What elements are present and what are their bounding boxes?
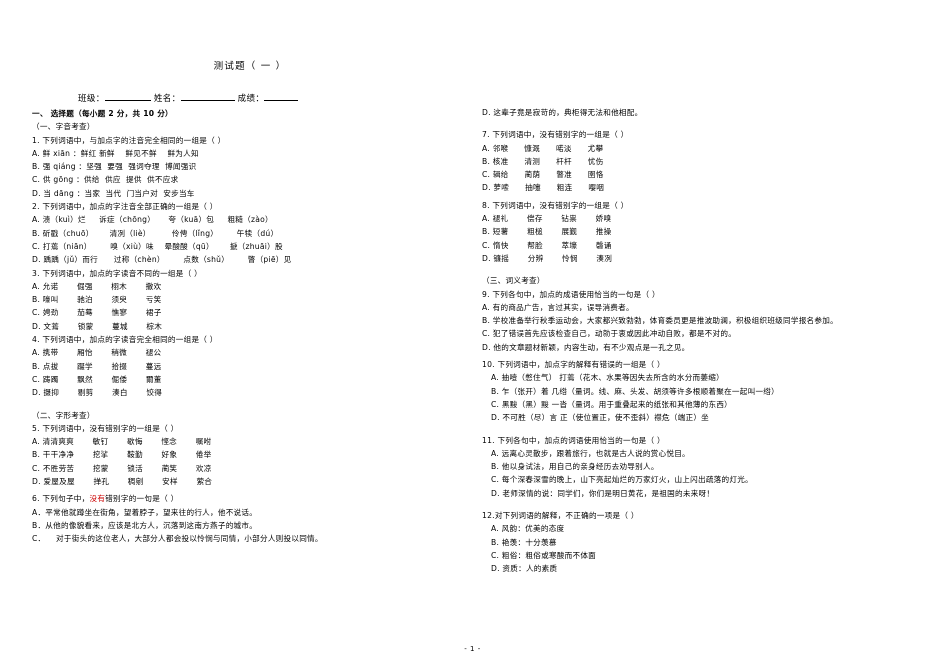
score-label: 成绩：	[237, 94, 265, 104]
question-11-option-a[interactable]: A. 远离心灵散步，跟着旅行，也就是古人说的赏心悦目。	[482, 448, 933, 460]
question-4-option-a[interactable]: A. 携带 厢怡 稍微 褪公	[32, 347, 462, 359]
question-3-option-a[interactable]: A. 允诺 倔强 栩木 撒欢	[32, 281, 462, 293]
subsection-pronunciation-heading: （一、字音考查）	[32, 122, 95, 132]
page-title: 测试题（ 一 ）	[213, 61, 287, 72]
question-9-option-a[interactable]: A. 有的商品广告，言过其实，误导消费者。	[482, 302, 933, 314]
question-3-option-c[interactable]: C. 娉劲 茄蓦 憔寥 裙子	[32, 307, 462, 319]
student-info-line: 班级： 姓名： 成绩：	[0, 72, 470, 104]
question-12-option-d[interactable]: D. 资质：人的素质	[482, 563, 933, 575]
question-7-option-d[interactable]: D. 萝嗦 抽嚏 粗连 嘤咽	[482, 182, 933, 194]
question-8-option-d[interactable]: D. 镰摇 分辨 怜悯 湊冽	[482, 253, 933, 265]
question-11-option-d[interactable]: D. 老师深情的说：同学们，你们是明日黄花，是祖国的未来呀！	[482, 488, 933, 500]
score-blank[interactable]	[264, 100, 299, 101]
question-1-option-c[interactable]: C. 供 gōng ：供给 供应 提供 供不应求	[32, 174, 462, 186]
question-6-option-d[interactable]: D. 这辈子竟是寂苛的，典柜得无法和他相配。	[482, 107, 933, 119]
question-9-option-d[interactable]: D. 他的文章题材新颖，内容生动，有不少观点是一孔之见。	[482, 342, 933, 354]
question-3-option-b[interactable]: B. 嚎叫 驰泊 须臾 亏笑	[32, 294, 462, 306]
question-7-stem: 7. 下列词语中，没有错别字的一组是（ ）	[482, 130, 629, 140]
question-8-option-c[interactable]: C. 惰快 帮脸 萃壕 磬诵	[482, 240, 933, 252]
question-6-stem-pre: 6. 下列句子中，	[32, 494, 90, 504]
question-10-option-a[interactable]: A. 抽噎（憋住气） 打蔫（花木、水果等因失去所含的水分而萎缩）	[482, 372, 933, 384]
question-10-stem: 10. 下列词语中，加点字的解释有错误的一组是（ ）	[482, 360, 665, 370]
question-10-option-b[interactable]: B. 乍（张开）着 几绺（量词。线、麻、头发、胡须等许多根顺着聚在一起叫一绺）	[482, 386, 933, 398]
question-5-stem: 5. 下列词语中，没有错别字的一组是（ ）	[32, 423, 179, 433]
question-6-stem-highlight: 没有	[89, 494, 106, 504]
subsection-wordmeaning-heading: （三、词义考查）	[482, 276, 545, 286]
name-label: 姓名：	[153, 94, 181, 104]
question-6-stem: 6. 下列句子中，没有错别字的一句是（ ）	[32, 493, 462, 505]
question-5-option-b[interactable]: B. 干干净净 挖挲 鞍勤 好象 倦举	[32, 449, 462, 461]
question-10-option-c[interactable]: C. 黑黢（黑）黢 一沓（量词。用于重叠起来的纸张和其他薄的东西）	[482, 399, 933, 411]
question-8-stem: 8. 下列词语中，没有错别字的一组是（ ）	[482, 200, 629, 210]
question-12-option-c[interactable]: C. 粗俗：粗俗或寒酸而不体面	[482, 550, 933, 562]
question-2-stem: 2. 下列词语中，加点的字注音全部正确的一组是（ ）	[32, 202, 218, 212]
right-column: D. 这辈子竟是寂苛的，典柜得无法和他相配。 7. 下列词语中，没有错别字的一组…	[470, 106, 945, 576]
question-2-option-c[interactable]: C. 打蔫（niān） 嗅（xiù）味 晕酸酸（qū） 搋（zhuāi）股	[32, 241, 462, 253]
question-2-option-b[interactable]: B. 斫戳（chuō） 清冽（liè） 伶俜（lǐng） 午犊（dú）	[32, 228, 462, 240]
two-column-body: 一、 选择题（每小题 2 分，共 10 分） （一、字音考查） 1. 下列词语中…	[0, 106, 945, 576]
question-12-option-b[interactable]: B. 艳羡：十分羡慕	[482, 537, 933, 549]
question-1-stem: 1. 下列词语中，与加点字的注音完全相同的一组是（ ）	[32, 135, 226, 145]
question-5-option-d-text: D. 爱屋及屋 掸孔 稠剜 安样 萦合	[32, 477, 213, 487]
question-12-option-a[interactable]: A. 风韵：优美的态度	[482, 523, 933, 535]
question-12-stem: 12.对下列词语的解释，不正确的一项是（ ）	[482, 511, 639, 521]
page-number: - 1 -	[464, 645, 481, 653]
question-4-option-b[interactable]: B. 点拔 蹑学 拾掇 蔓远	[32, 361, 462, 373]
question-11-option-b[interactable]: B. 他以身试法，用自己的亲身经历去劝导别人。	[482, 461, 933, 473]
question-9-option-c[interactable]: C. 犯了错误首先应该检查自己，动勍于衷或因此冲动自败，都是不对的。	[482, 328, 933, 340]
question-5-option-d[interactable]: D. 爱屋及屋 掸孔 稠剜 安样 萦合	[32, 476, 462, 488]
question-3-option-d[interactable]: D. 文蔫 锁蒙 蔓城 棕木	[32, 321, 462, 333]
question-7-option-a[interactable]: A. 邻喉 慷溉 喏淡 尤攀	[482, 143, 933, 155]
class-blank[interactable]	[104, 100, 151, 101]
left-column: 一、 选择题（每小题 2 分，共 10 分） （一、字音考查） 1. 下列词语中…	[0, 106, 470, 546]
test-paper-page: 测试题（ 一 ） 班级： 姓名： 成绩： 一、 选择题（每小题 2 分，共 10…	[0, 0, 945, 669]
question-5-option-a[interactable]: A. 清清爽爽 敏钉 歇悔 悭念 嘱咐	[32, 436, 462, 448]
question-10-option-d[interactable]: D. 不可胜（尽）言 正（使位置正，使不歪斜）襟危（端正）坐	[482, 412, 933, 424]
question-6-option-b[interactable]: B．从他的像貌看来，应该是北方人，沉落到这南方燕子的城市。	[32, 520, 462, 532]
question-1-option-b[interactable]: B. 强 qiáng ：坚强 要强 强词夺理 博闻强识	[32, 161, 462, 173]
question-11-stem: 11. 下列各句中，加点的词语使用恰当的一句是（ ）	[482, 435, 665, 445]
question-2-option-a[interactable]: A. 溃（kuì）烂 诉症（chōng） 夸（kuā）包 粗糙（zào）	[32, 214, 462, 226]
class-label: 班级：	[78, 94, 105, 104]
question-11-option-c[interactable]: C. 每个深春深雪的晚上，山下亮起灿烂的万家灯火，山上闪出疏落的灯光。	[482, 474, 933, 486]
question-4-option-c[interactable]: C. 踌躅 飘然 倔倭 爾董	[32, 374, 462, 386]
question-9-option-b[interactable]: B. 学校准备举行秋季运动会，大家都兴致勃勃，体育委员更是推波助澜，积极组织班级…	[482, 315, 933, 327]
name-blank[interactable]	[180, 100, 235, 101]
question-6-option-a[interactable]: A．平常他就蹲坐在街角，望着脖子，望来往的行人，他不说话。	[32, 507, 462, 519]
question-4-stem: 4. 下列词语中，加点的字读音完全相同的一组是（ ）	[32, 335, 218, 345]
section-1-heading: 一、 选择题（每小题 2 分，共 10 分）	[32, 109, 173, 118]
question-1-option-a[interactable]: A. 鲜 xiān ：鲜红 新鲜 鲜见不鲜 鲜为人知	[32, 148, 462, 160]
question-5-option-c[interactable]: C. 不胜劳苦 挖蒙 锁活 蔺笑 欢凉	[32, 463, 462, 475]
question-2-option-d[interactable]: D. 踽踽（jǔ）而行 过称（chèn） 点数（shǔ） 瞥（piē）见	[32, 254, 462, 266]
question-8-option-b[interactable]: B. 短薯 粗槌 展觐 推操	[482, 226, 933, 238]
question-9-stem: 9. 下列各句中，加点的成语使用恰当的一句是（ ）	[482, 289, 660, 299]
question-6-option-c[interactable]: C． 对于街头的这位老人，大部分人都会投以怜悯与同情，小部分人则投以同情。	[32, 533, 462, 545]
question-7-option-c[interactable]: C. 辑给 蔺荫 瞥准 圉恪	[482, 169, 933, 181]
question-1-option-d[interactable]: D. 当 dāng ：当家 当代 门当户对 安步当车	[32, 188, 462, 200]
subsection-charform-heading: （二、字形考查）	[32, 410, 95, 420]
question-4-option-d[interactable]: D. 摄抑 剔剪 湊白 饺得	[32, 387, 462, 399]
question-8-option-a[interactable]: A. 褪礼 偿存 钻祟 娇嗅	[482, 213, 933, 225]
question-6-stem-post: 错别字的一句是（ ）	[105, 494, 179, 504]
question-3-stem: 3. 下列词语中，加点的字读音不同的一组是（ ）	[32, 268, 202, 278]
question-7-option-b[interactable]: B. 核准 清测 杆杆 忧伤	[482, 156, 933, 168]
